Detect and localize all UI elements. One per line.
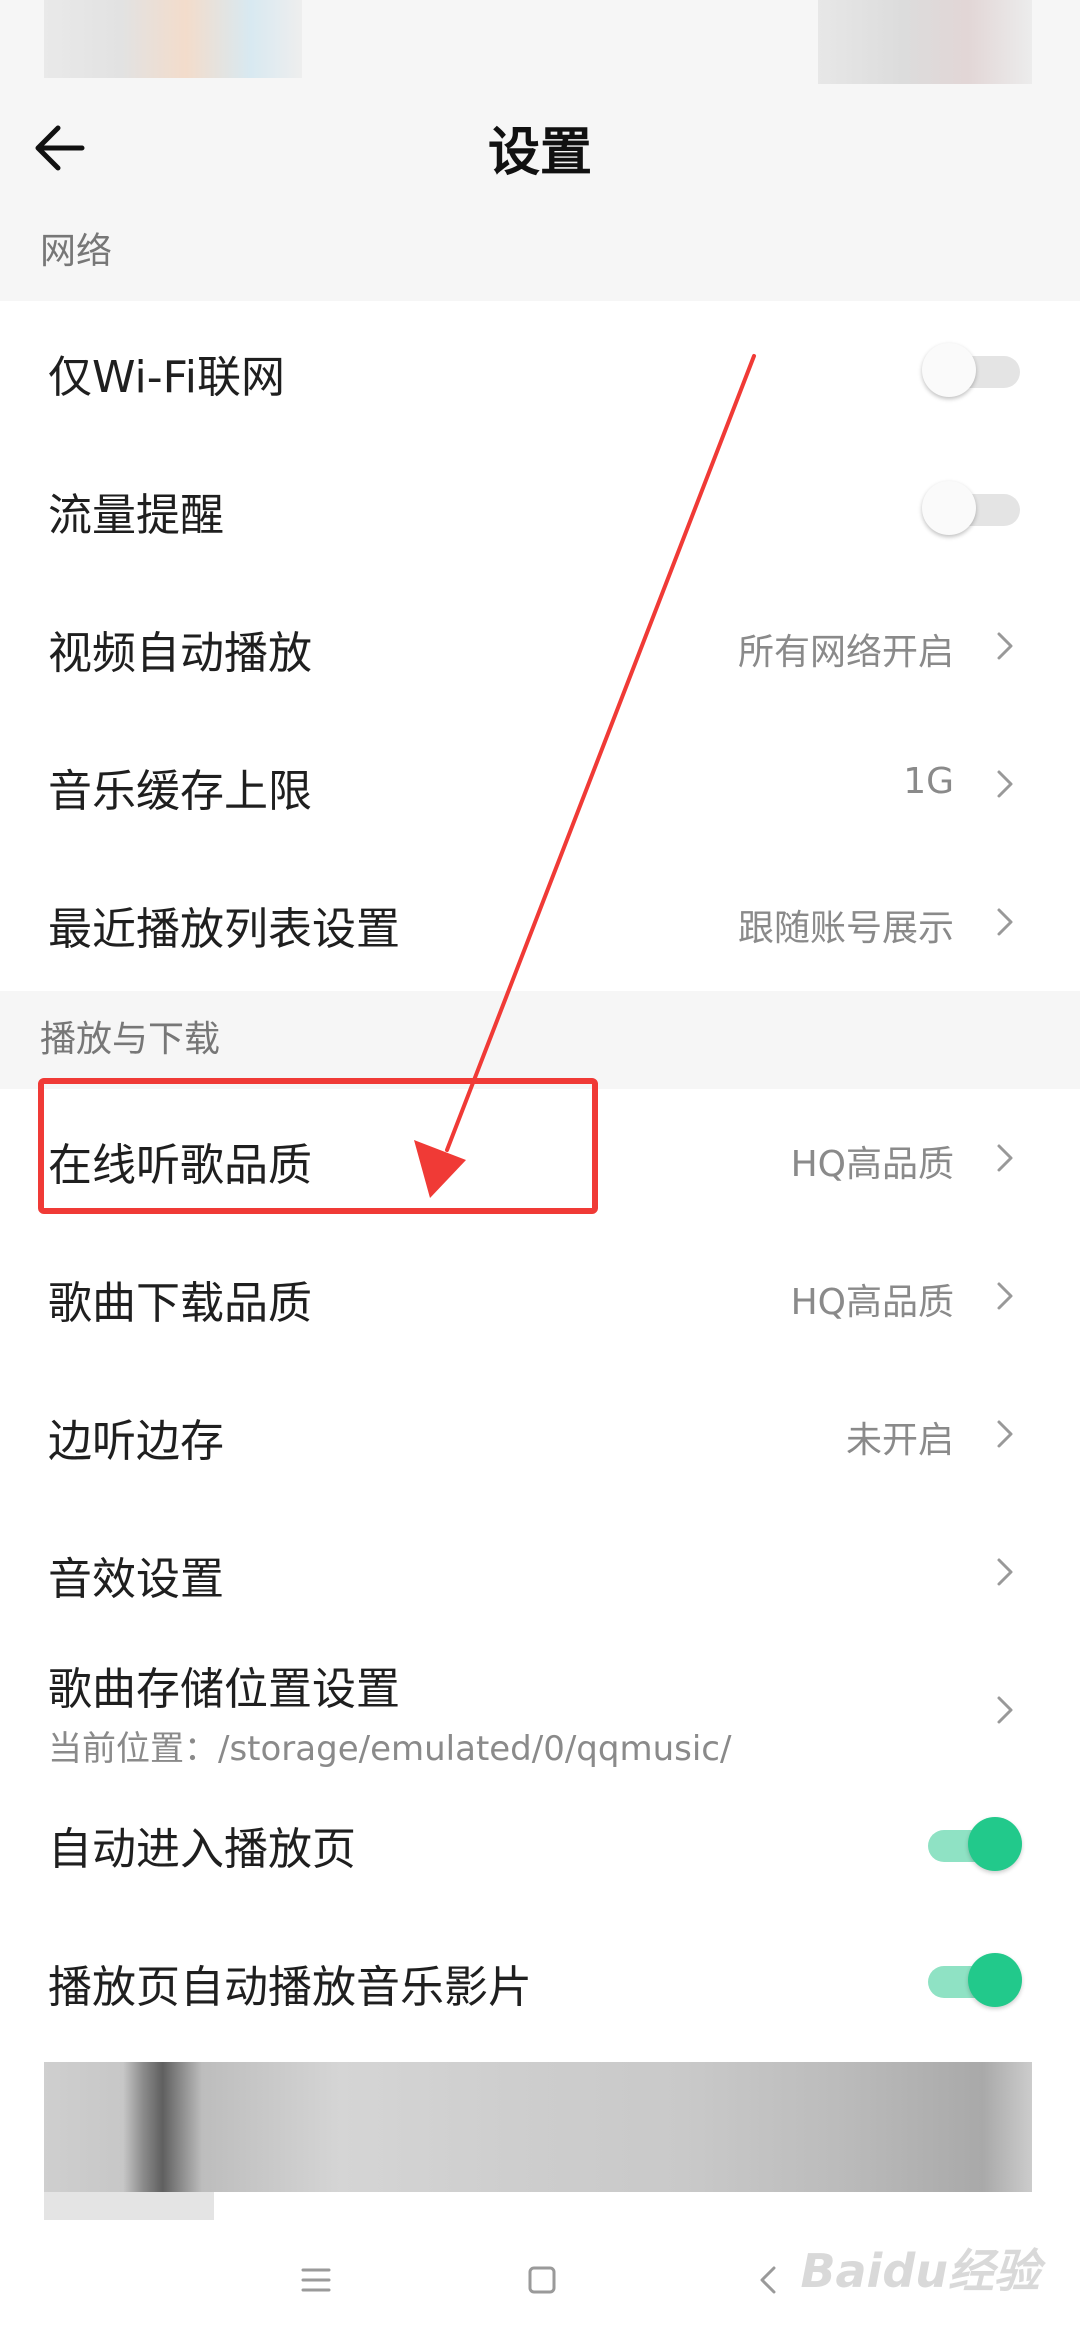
back-chevron-icon [760,2266,776,2294]
menu-nav-button[interactable] [286,2250,346,2310]
annotation-arrow-icon [414,354,756,1198]
home-nav-button[interactable] [512,2250,572,2310]
baidu-watermark: Baidu经验 [800,2244,1040,2298]
home-square-icon [528,2266,556,2294]
back-nav-button[interactable] [738,2250,798,2310]
menu-icon [301,2268,331,2292]
